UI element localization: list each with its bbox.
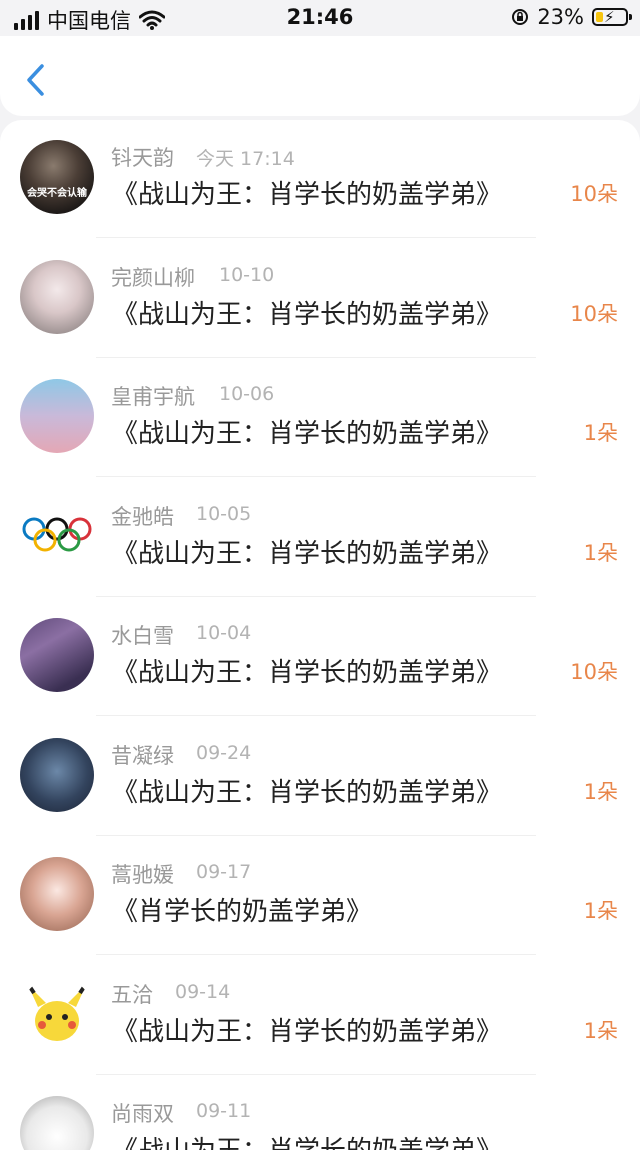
olympic-rings-icon xyxy=(22,517,92,551)
book-title[interactable]: 《战山为王：肖学长的奶盖学弟》 xyxy=(112,413,502,450)
avatar[interactable] xyxy=(20,737,94,812)
divider xyxy=(96,476,536,477)
book-title[interactable]: 《战山为王：肖学长的奶盖学弟》 xyxy=(112,174,502,211)
divider xyxy=(96,834,536,836)
avatar[interactable] xyxy=(20,259,94,334)
book-title[interactable]: 《战山为王：肖学长的奶盖学弟》 xyxy=(112,294,502,331)
flower-count: 10朵 xyxy=(570,660,618,684)
list-item[interactable]: 水白雪 10-04 《战山为王：肖学长的奶盖学弟》 10朵 xyxy=(0,598,640,717)
flower-count: 1朵 xyxy=(583,421,618,445)
sender-name: 金驰皓 xyxy=(111,504,174,529)
book-title[interactable]: 《战山为王：肖学长的奶盖学弟》 xyxy=(112,533,502,570)
pikachu-icon xyxy=(28,984,86,1041)
sender-name: 尚雨双 xyxy=(111,1102,174,1126)
avatar[interactable] xyxy=(20,379,94,453)
send-date: 10-06 xyxy=(219,383,275,405)
avatar-caption: 会哭不会认输 xyxy=(27,188,87,199)
sender-name: 五洽 xyxy=(111,982,153,1007)
send-date: 09-17 xyxy=(196,861,252,883)
status-right: 23% ⚡ xyxy=(511,5,632,29)
flower-count: 1朵 xyxy=(583,899,618,923)
back-icon[interactable] xyxy=(22,62,48,98)
sender-name: 蒿驰媛 xyxy=(111,863,174,887)
send-date: 09-11 xyxy=(196,1100,252,1122)
send-date: 09-14 xyxy=(175,980,231,1003)
battery-icon: ⚡ xyxy=(592,8,632,26)
flower-count: 1朵 xyxy=(583,1018,618,1043)
divider xyxy=(96,954,536,955)
send-date: 10-04 xyxy=(196,622,252,644)
book-title[interactable]: 《肖学长的奶盖学弟》 xyxy=(112,891,372,928)
list-item[interactable]: 完颜山柳 10-10 《战山为王：肖学长的奶盖学弟》 10朵 xyxy=(0,240,640,359)
book-title[interactable]: 《战山为王：肖学长的奶盖学弟》 xyxy=(112,1130,502,1150)
list-item[interactable]: 会哭不会认输 钭天韵 今天 17:14 《战山为王：肖学长的奶盖学弟》 10朵 xyxy=(0,120,640,239)
avatar[interactable] xyxy=(20,976,94,1051)
flower-count: 1朵 xyxy=(583,779,618,804)
list-item[interactable]: 皇甫宇航 10-06 《战山为王：肖学长的奶盖学弟》 1朵 xyxy=(0,359,640,478)
flower-count: 10朵 xyxy=(570,182,618,206)
divider xyxy=(96,237,536,238)
battery-percent: 23% xyxy=(537,5,584,29)
gift-list: 会哭不会认输 钭天韵 今天 17:14 《战山为王：肖学长的奶盖学弟》 10朵 完颜山柳 1… xyxy=(0,120,640,1150)
flower-count: 1朵 xyxy=(583,540,618,565)
orientation-lock-icon xyxy=(512,9,529,25)
sender-name: 水白雪 xyxy=(111,624,174,648)
sender-name: 完颜山柳 xyxy=(111,265,195,290)
list-item[interactable]: 尚雨双 09-11 《战山为王：肖学长的奶盖学弟》 xyxy=(0,1076,640,1150)
divider xyxy=(96,715,536,716)
avatar[interactable] xyxy=(20,1096,94,1150)
list-item[interactable]: 金驰皓 10-05 《战山为王：肖学长的奶盖学弟》 1朵 xyxy=(0,479,640,598)
divider xyxy=(96,595,536,597)
divider xyxy=(96,1073,536,1075)
avatar[interactable] xyxy=(20,857,94,931)
sender-name: 钭天韵 xyxy=(111,146,174,170)
sender-name: 皇甫宇航 xyxy=(111,385,195,409)
status-bar: 中国电信 21:46 23% ⚡ xyxy=(0,0,640,36)
nav-header xyxy=(0,36,640,116)
avatar[interactable] xyxy=(20,618,94,692)
send-date: 09-24 xyxy=(196,741,252,764)
send-date: 10-10 xyxy=(219,263,275,286)
list-item[interactable]: 蒿驰媛 09-17 《肖学长的奶盖学弟》 1朵 xyxy=(0,837,640,956)
book-title[interactable]: 《战山为王：肖学长的奶盖学弟》 xyxy=(112,652,502,689)
avatar[interactable]: 会哭不会认输 xyxy=(20,140,94,214)
send-date: 10-05 xyxy=(196,502,252,525)
divider xyxy=(96,356,536,358)
avatar[interactable] xyxy=(20,498,94,573)
flower-count: 10朵 xyxy=(570,301,618,326)
list-item[interactable]: 五洽 09-14 《战山为王：肖学长的奶盖学弟》 1朵 xyxy=(0,957,640,1076)
book-title[interactable]: 《战山为王：肖学长的奶盖学弟》 xyxy=(112,1011,502,1048)
list-item[interactable]: 昔凝绿 09-24 《战山为王：肖学长的奶盖学弟》 1朵 xyxy=(0,718,640,837)
book-title[interactable]: 《战山为王：肖学长的奶盖学弟》 xyxy=(112,772,502,809)
send-date: 今天 17:14 xyxy=(196,148,295,170)
sender-name: 昔凝绿 xyxy=(111,743,174,768)
